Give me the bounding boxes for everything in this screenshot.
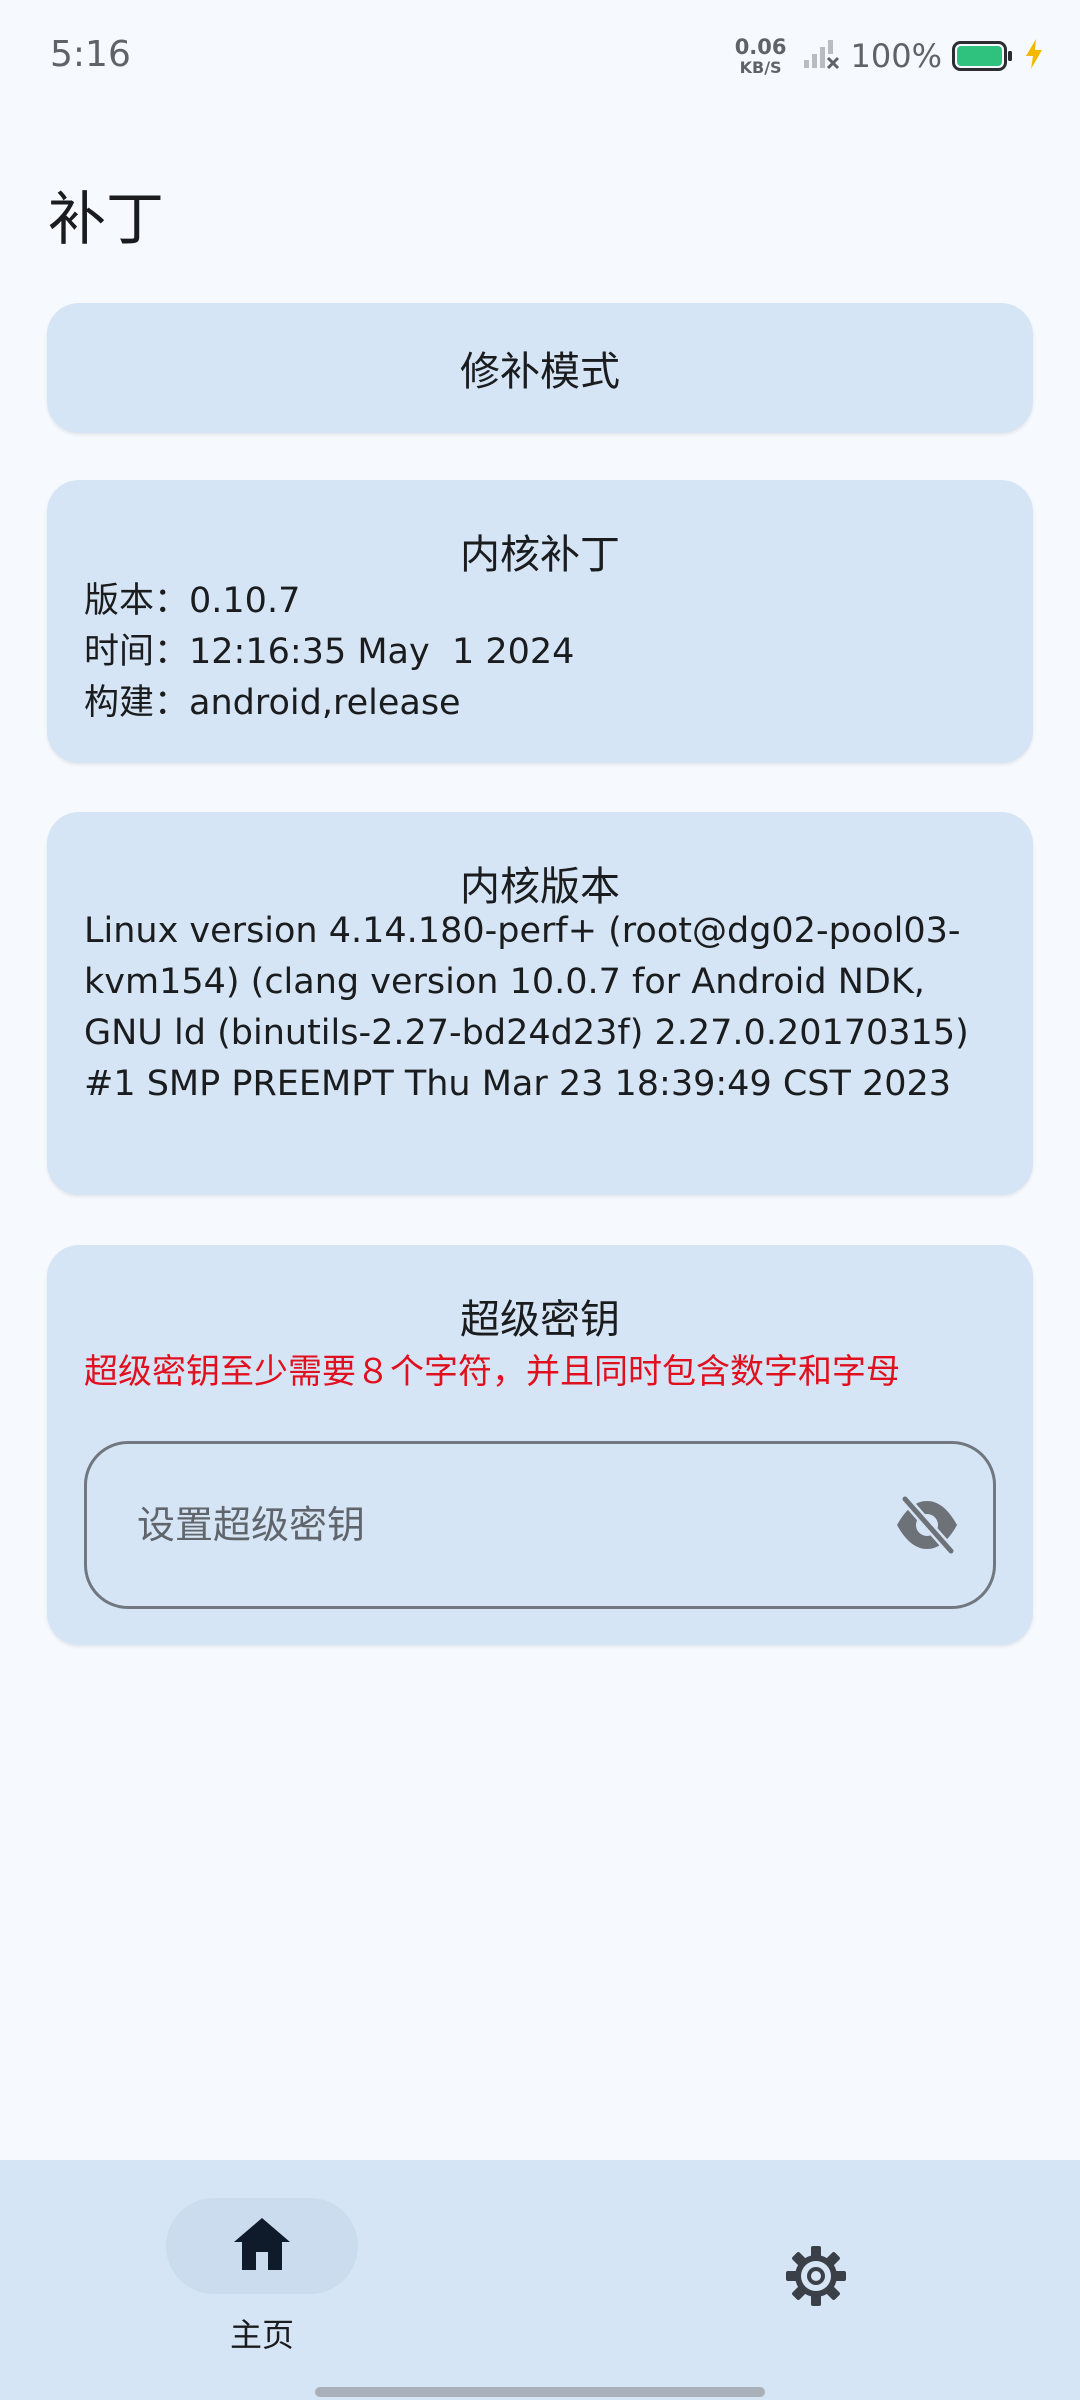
bottom-navigation: 主页	[0, 2160, 1080, 2400]
status-bar: 5:16 0.06 KB/S 100%	[0, 0, 1080, 112]
kernel-version-card: 内核版本 Linux version 4.14.180-perf+ (root@…	[47, 812, 1033, 1195]
info-row-build: 构建：android,release	[84, 678, 1003, 729]
network-speed: 0.06 KB/S	[734, 34, 787, 77]
network-speed-value: 0.06	[734, 34, 787, 59]
nav-item-home[interactable]: 主页	[166, 2198, 358, 2356]
nav-home-indicator	[166, 2198, 358, 2294]
build-label: 构建：	[84, 683, 190, 723]
status-indicators: 0.06 KB/S 100%	[735, 34, 1044, 78]
super-key-input[interactable]	[135, 1502, 889, 1548]
screen: 5:16 0.06 KB/S 100% 补丁 修补模式 内核补丁 版本：0.10…	[0, 0, 1080, 2400]
kernel-patch-info: 版本：0.10.7 时间：12:16:35 May 1 2024 构建：andr…	[84, 576, 1003, 729]
patch-mode-label: 修补模式	[460, 349, 620, 395]
super-key-title: 超级密钥	[460, 1297, 620, 1343]
version-label: 版本：	[84, 581, 190, 621]
battery-percent: 100%	[850, 37, 942, 75]
kernel-patch-title: 内核补丁	[460, 532, 620, 578]
kernel-patch-card: 内核补丁 版本：0.10.7 时间：12:16:35 May 1 2024 构建…	[47, 480, 1033, 763]
time-label: 时间：	[84, 632, 190, 672]
kernel-version-title: 内核版本	[460, 864, 620, 910]
signal-no-service-icon	[803, 38, 841, 74]
info-row-time: 时间：12:16:35 May 1 2024	[84, 627, 1003, 678]
nav-item-settings[interactable]	[768, 2244, 864, 2312]
charging-bolt-icon	[1024, 38, 1044, 74]
network-speed-unit: KB/S	[739, 57, 782, 77]
super-key-field[interactable]	[84, 1441, 996, 1609]
super-key-warning: 超级密钥至少需要８个字符，并且同时包含数字和字母	[84, 1352, 900, 1392]
status-time: 5:16	[50, 34, 131, 75]
build-value: android,release	[189, 683, 461, 723]
eye-off-icon[interactable]	[889, 1487, 965, 1563]
settings-icon	[784, 2244, 848, 2312]
gesture-home-bar[interactable]	[315, 2387, 765, 2397]
nav-home-label: 主页	[229, 2316, 294, 2354]
home-icon	[232, 2216, 292, 2276]
super-key-card: 超级密钥 超级密钥至少需要８个字符，并且同时包含数字和字母	[47, 1245, 1033, 1645]
kernel-version-text: Linux version 4.14.180-perf+ (root@dg02-…	[84, 911, 969, 1104]
version-value: 0.10.7	[189, 581, 301, 621]
info-row-version: 版本：0.10.7	[84, 576, 1003, 627]
battery-icon	[952, 40, 1014, 72]
page-title: 补丁	[48, 185, 165, 253]
time-value: 12:16:35 May 1 2024	[189, 632, 575, 672]
patch-mode-card[interactable]: 修补模式	[47, 303, 1033, 433]
